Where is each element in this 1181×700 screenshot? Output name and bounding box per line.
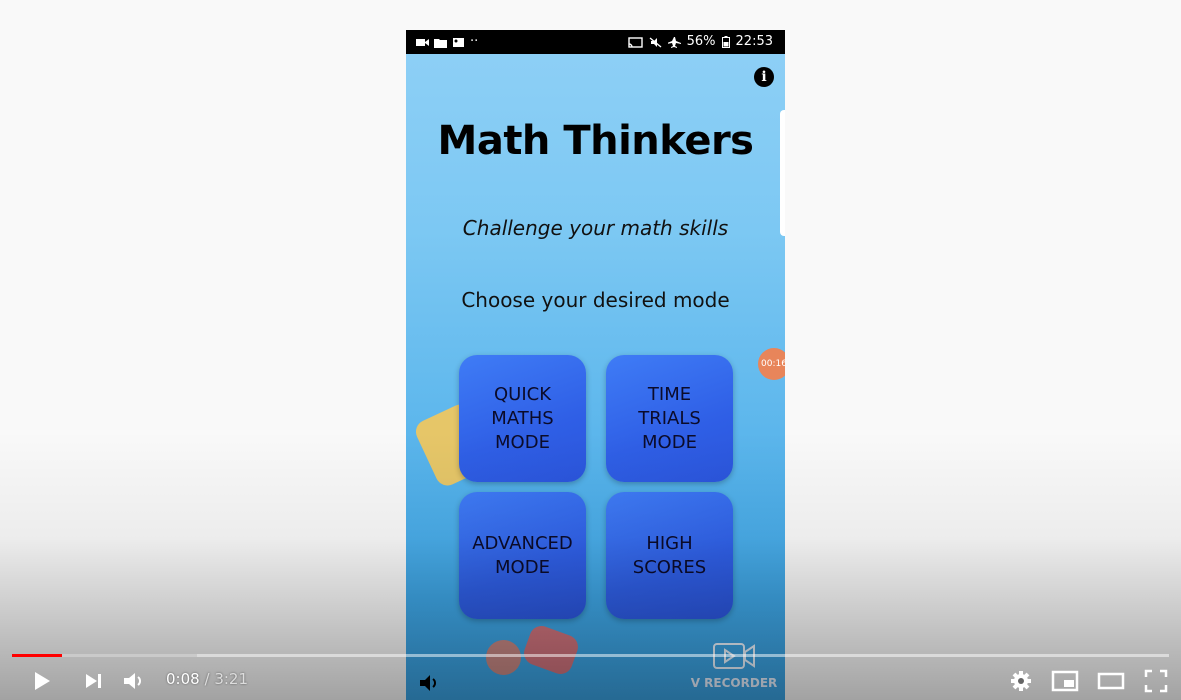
current-time: 0:08 (166, 670, 200, 688)
time-separator: / (204, 670, 210, 688)
status-dots: ·· (470, 34, 479, 49)
gallery-icon (453, 37, 464, 47)
app-title: Math Thinkers (437, 118, 754, 164)
status-bar: ·· 56% 22:53 (406, 30, 785, 54)
high-scores-label: HIGH SCORES (632, 532, 707, 578)
play-button[interactable] (28, 668, 56, 694)
mute-icon (649, 36, 662, 48)
fullscreen-icon (1144, 669, 1168, 693)
video-player[interactable]: ·· 56% 22:53 i Math Thinkers Challenge y… (0, 0, 1181, 700)
theater-mode-button[interactable] (1096, 668, 1126, 694)
settings-icon (1011, 671, 1031, 691)
quick-maths-mode-label: QUICK MATHS MODE (491, 383, 554, 453)
high-scores-button[interactable]: HIGH SCORES (606, 492, 733, 619)
settings-button[interactable] (1008, 668, 1034, 694)
folder-icon (434, 38, 447, 48)
time-trials-mode-label: TIME TRIALS MODE (638, 383, 701, 453)
miniplayer-button[interactable] (1050, 668, 1080, 694)
miniplayer-icon (1051, 670, 1079, 692)
video-camera-icon (416, 38, 429, 46)
edge-panel-handle[interactable] (780, 110, 785, 236)
airplane-icon (667, 36, 681, 48)
mode-prompt: Choose your desired mode (461, 288, 730, 312)
volume-button[interactable] (120, 668, 148, 694)
app-subtitle: Challenge your math skills (462, 216, 729, 240)
progress-played (12, 654, 62, 657)
advanced-mode-label: ADVANCED MODE (472, 532, 573, 578)
decor-shape (486, 640, 521, 675)
theater-icon (1097, 672, 1125, 690)
duration: 3:21 (214, 670, 248, 688)
v-recorder-label: V RECORDER (690, 676, 778, 690)
play-icon (35, 672, 50, 690)
recorder-timer-bubble[interactable]: 00:16 (758, 348, 785, 380)
progress-bar[interactable] (12, 654, 1169, 657)
advanced-mode-button[interactable]: ADVANCED MODE (459, 492, 586, 619)
time-trials-mode-button[interactable]: TIME TRIALS MODE (606, 355, 733, 482)
next-icon (86, 674, 101, 688)
decor-shape (520, 622, 582, 678)
time-display: 0:08 / 3:21 (166, 670, 248, 688)
next-button[interactable] (80, 668, 106, 694)
quick-maths-mode-button[interactable]: QUICK MATHS MODE (459, 355, 586, 482)
volume-icon (124, 673, 141, 689)
battery-icon (721, 36, 730, 48)
cast-icon (627, 36, 643, 48)
phone-volume-icon[interactable] (418, 672, 440, 694)
v-recorder-watermark: V RECORDER (684, 642, 784, 690)
status-clock: 22:53 (735, 34, 773, 49)
info-icon[interactable]: i (754, 67, 774, 87)
fullscreen-button[interactable] (1142, 668, 1170, 694)
phone-screen: ·· 56% 22:53 i Math Thinkers Challenge y… (406, 30, 785, 700)
battery-percent: 56% (686, 34, 716, 49)
